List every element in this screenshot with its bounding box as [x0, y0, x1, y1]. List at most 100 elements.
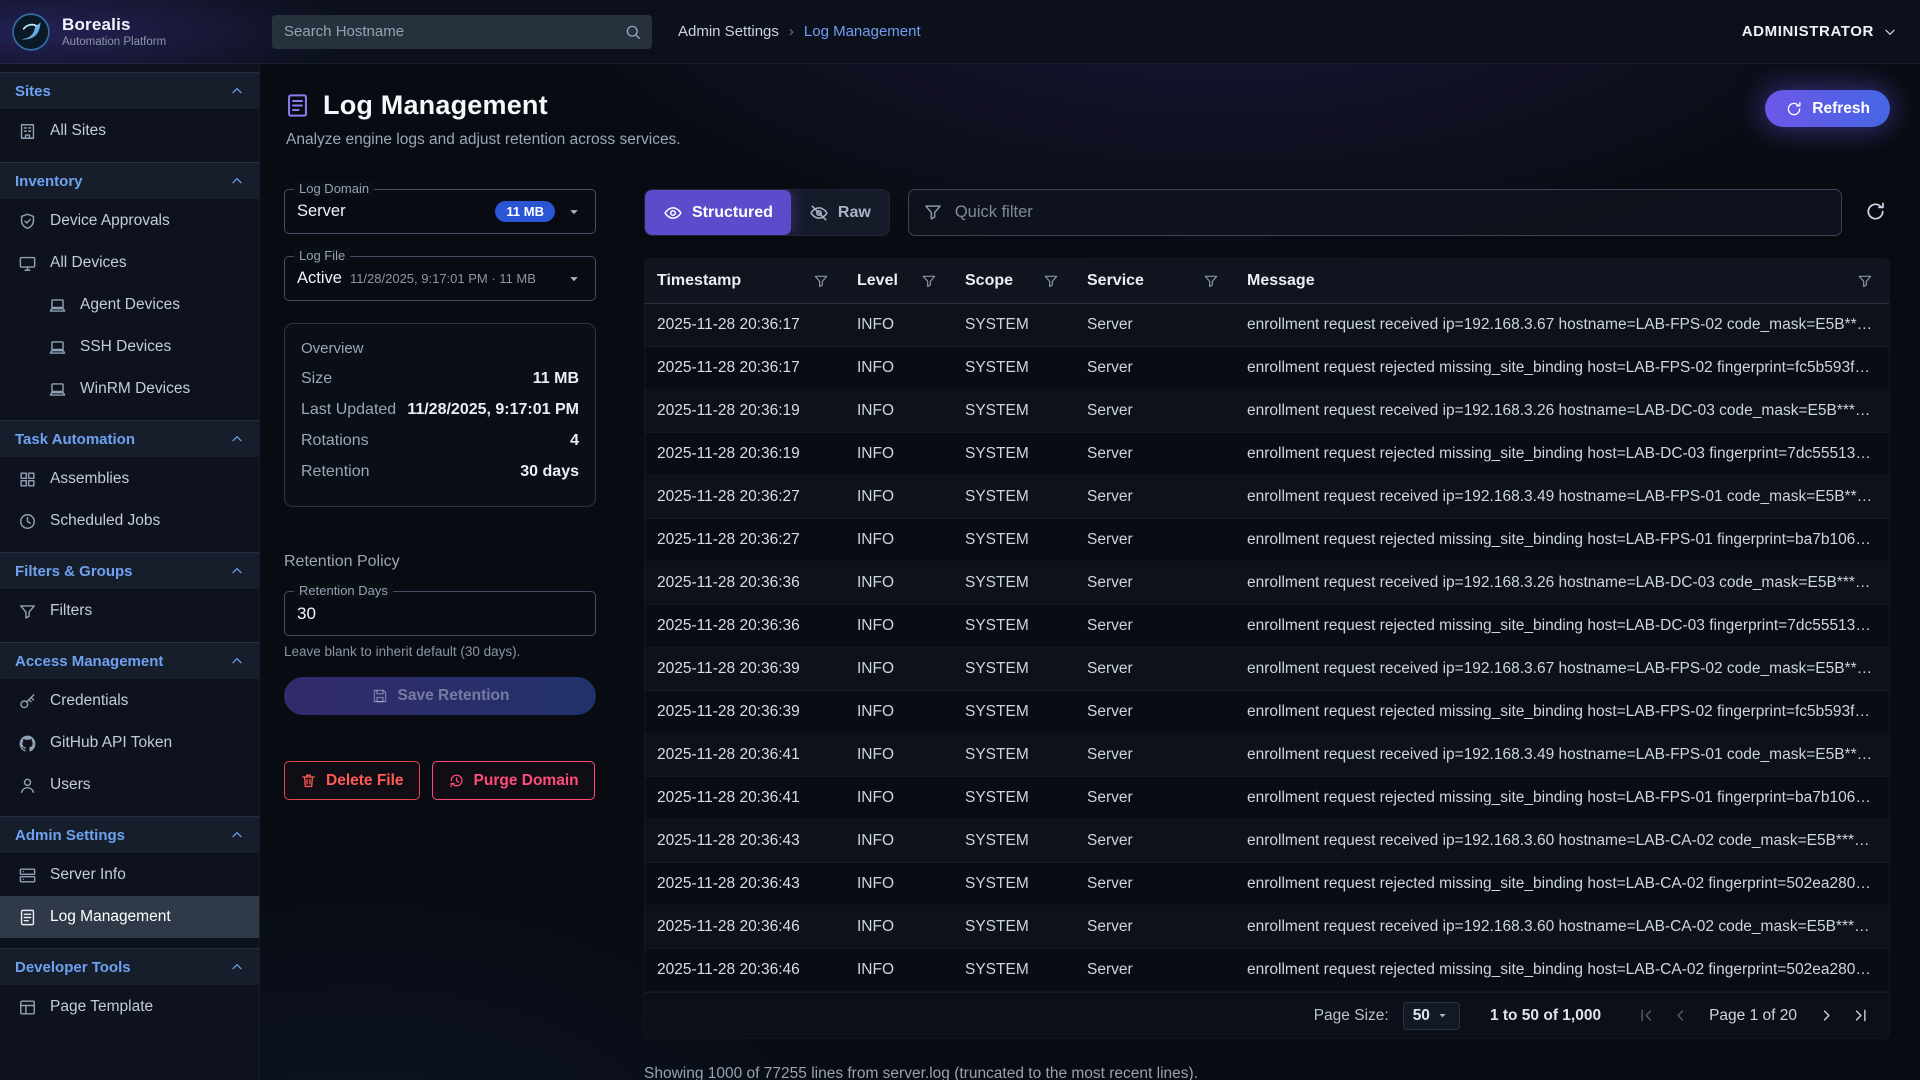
chevron-up-icon — [229, 431, 245, 447]
log-file-select[interactable]: Log File Active 11/28/2025, 9:17:01 PM ·… — [284, 256, 596, 301]
sidebar-section-inventory[interactable]: Inventory — [0, 162, 259, 200]
funnel-icon[interactable] — [1203, 273, 1219, 289]
prev-page-button[interactable] — [1665, 1001, 1695, 1031]
sidebar-item-page-template[interactable]: Page Template — [0, 986, 259, 1028]
sidebar-item-github-api-token[interactable]: GitHub API Token — [0, 722, 259, 764]
chevron-up-icon — [229, 959, 245, 975]
github-icon — [18, 734, 37, 753]
column-header-level[interactable]: Level — [845, 259, 953, 303]
search-input[interactable] — [272, 15, 652, 49]
purge-domain-button[interactable]: Purge Domain — [432, 761, 595, 800]
cell-message: enrollment request rejected missing_site… — [1235, 863, 1889, 905]
table-row[interactable]: 2025-11-28 20:36:19INFOSYSTEMServerenrol… — [645, 433, 1889, 476]
quick-filter — [908, 189, 1842, 236]
cell-scope: SYSTEM — [953, 304, 1075, 346]
breadcrumb-admin-settings[interactable]: Admin Settings — [678, 23, 779, 40]
table-row[interactable]: 2025-11-28 20:36:46INFOSYSTEMServerenrol… — [645, 906, 1889, 949]
column-header-scope[interactable]: Scope — [953, 259, 1075, 303]
funnel-icon[interactable] — [1857, 273, 1873, 289]
cell-timestamp: 2025-11-28 20:36:41 — [645, 734, 845, 776]
sidebar-item-all-devices[interactable]: All Devices — [0, 242, 259, 284]
column-header-service[interactable]: Service — [1075, 259, 1235, 303]
sidebar-section-filters-groups[interactable]: Filters & Groups — [0, 552, 259, 590]
sidebar-item-users[interactable]: Users — [0, 764, 259, 806]
sidebar-item-agent-devices[interactable]: Agent Devices — [0, 284, 259, 326]
sidebar-item-label: All Devices — [50, 254, 127, 272]
table-row[interactable]: 2025-11-28 20:36:41INFOSYSTEMServerenrol… — [645, 734, 1889, 777]
sidebar-item-log-management[interactable]: Log Management — [0, 896, 259, 938]
funnel-icon[interactable] — [1043, 273, 1059, 289]
column-label: Timestamp — [657, 272, 741, 290]
sidebar-section-label: Filters & Groups — [15, 563, 133, 580]
brand[interactable]: Borealis Automation Platform — [10, 11, 260, 53]
column-header-message[interactable]: Message — [1235, 259, 1889, 303]
table-row[interactable]: 2025-11-28 20:36:39INFOSYSTEMServerenrol… — [645, 648, 1889, 691]
next-page-button[interactable] — [1811, 1001, 1841, 1031]
funnel-icon[interactable] — [921, 273, 937, 289]
refresh-button[interactable]: Refresh — [1765, 90, 1890, 127]
sidebar-section-developer-tools[interactable]: Developer Tools — [0, 948, 259, 986]
sidebar-item-credentials[interactable]: Credentials — [0, 680, 259, 722]
cell-service: Server — [1075, 476, 1235, 518]
table-row[interactable]: 2025-11-28 20:36:41INFOSYSTEMServerenrol… — [645, 777, 1889, 820]
sidebar-item-assemblies[interactable]: Assemblies — [0, 458, 259, 500]
user-menu[interactable]: ADMINISTRATOR — [1742, 23, 1898, 40]
sidebar-item-label: Server Info — [50, 866, 126, 884]
delete-file-button[interactable]: Delete File — [284, 761, 420, 800]
breadcrumb-log-management[interactable]: Log Management — [804, 23, 921, 40]
mode-structured-button[interactable]: Structured — [645, 190, 791, 235]
sidebar-item-server-info[interactable]: Server Info — [0, 854, 259, 896]
topbar: Borealis Automation Platform Admin Setti… — [0, 0, 1920, 64]
sidebar-item-all-sites[interactable]: All Sites — [0, 110, 259, 152]
last-page-button[interactable] — [1845, 1001, 1875, 1031]
save-retention-button[interactable]: Save Retention — [284, 677, 596, 715]
table-refresh-button[interactable] — [1860, 198, 1890, 228]
log-domain-select[interactable]: Log Domain Server 11 MB — [284, 189, 596, 234]
caret-down-icon — [565, 270, 583, 288]
sidebar-item-label: Assemblies — [50, 470, 129, 488]
cell-message: enrollment request received ip=192.168.3… — [1235, 648, 1889, 690]
cell-message: enrollment request rejected missing_site… — [1235, 949, 1889, 991]
sidebar-section-task-automation[interactable]: Task Automation — [0, 420, 259, 458]
borealis-logo-icon — [10, 11, 52, 53]
table-row[interactable]: 2025-11-28 20:36:17INFOSYSTEMServerenrol… — [645, 347, 1889, 390]
sidebar-section-admin-settings[interactable]: Admin Settings — [0, 816, 259, 854]
cell-message: enrollment request received ip=192.168.3… — [1235, 562, 1889, 604]
table-row[interactable]: 2025-11-28 20:36:36INFOSYSTEMServerenrol… — [645, 605, 1889, 648]
cell-timestamp: 2025-11-28 20:36:36 — [645, 562, 845, 604]
sidebar-section-access-management[interactable]: Access Management — [0, 642, 259, 680]
table-row[interactable]: 2025-11-28 20:36:39INFOSYSTEMServerenrol… — [645, 691, 1889, 734]
sidebar-item-ssh-devices[interactable]: SSH Devices — [0, 326, 259, 368]
funnel-icon[interactable] — [813, 273, 829, 289]
cell-service: Server — [1075, 949, 1235, 991]
sidebar-item-winrm-devices[interactable]: WinRM Devices — [0, 368, 259, 410]
main-content: Log Management Analyze engine logs and a… — [260, 64, 1920, 1080]
table-row[interactable]: 2025-11-28 20:36:36INFOSYSTEMServerenrol… — [645, 562, 1889, 605]
table-row[interactable]: 2025-11-28 20:36:27INFOSYSTEMServerenrol… — [645, 519, 1889, 562]
page-size-value: 50 — [1413, 1007, 1430, 1025]
view-mode-toggle: StructuredRaw — [644, 189, 890, 236]
mode-raw-button[interactable]: Raw — [791, 190, 889, 235]
table-row[interactable]: 2025-11-28 20:36:27INFOSYSTEMServerenrol… — [645, 476, 1889, 519]
table-row[interactable]: 2025-11-28 20:36:43INFOSYSTEMServerenrol… — [645, 863, 1889, 906]
page-size-select[interactable]: 50 — [1403, 1002, 1460, 1030]
danger-actions: Delete File Purge Domain — [284, 761, 596, 800]
cell-service: Server — [1075, 906, 1235, 948]
first-page-icon — [1637, 1006, 1656, 1025]
laptop-icon — [48, 380, 67, 399]
table-row[interactable]: 2025-11-28 20:36:19INFOSYSTEMServerenrol… — [645, 390, 1889, 433]
table-row[interactable]: 2025-11-28 20:36:46INFOSYSTEMServerenrol… — [645, 949, 1889, 992]
sidebar-item-device-approvals[interactable]: Device Approvals — [0, 200, 259, 242]
table-row[interactable]: 2025-11-28 20:36:43INFOSYSTEMServerenrol… — [645, 820, 1889, 863]
table-row[interactable]: 2025-11-28 20:36:17INFOSYSTEMServerenrol… — [645, 304, 1889, 347]
first-page-button[interactable] — [1631, 1001, 1661, 1031]
sidebar-item-scheduled-jobs[interactable]: Scheduled Jobs — [0, 500, 259, 542]
retention-days-input[interactable] — [297, 604, 583, 624]
column-header-timestamp[interactable]: Timestamp — [645, 259, 845, 303]
quick-filter-input[interactable] — [908, 189, 1842, 236]
cell-message: enrollment request rejected missing_site… — [1235, 777, 1889, 819]
pagination-nav: Page 1 of 20 — [1631, 1001, 1875, 1031]
cell-level: INFO — [845, 433, 953, 475]
sidebar-item-filters[interactable]: Filters — [0, 590, 259, 632]
sidebar-section-sites[interactable]: Sites — [0, 72, 259, 110]
